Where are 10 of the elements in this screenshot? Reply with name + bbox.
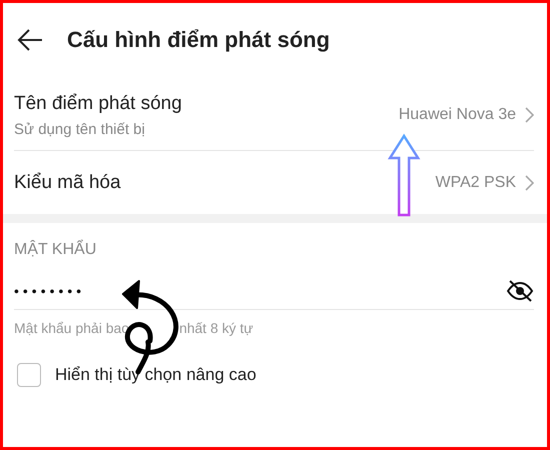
password-hint: nhất 8 ký tự: [179, 320, 254, 336]
password-field[interactable]: ••••••••: [14, 283, 506, 299]
setting-subtitle: Sử dụng tên thiết bị: [14, 120, 146, 138]
section-heading: MẬT KHẨU: [14, 241, 98, 259]
page-title: Cấu hình điểm phát sóng: [67, 27, 330, 53]
setting-value: WPA2 PSK: [435, 174, 516, 192]
setting-value: Huawei Nova 3e: [398, 106, 516, 124]
setting-label: Tên điểm phát sóng: [14, 92, 183, 114]
settings-row[interactable]: Kiểu mã hóa WPA2 PSK: [14, 151, 534, 214]
setting-label: Kiểu mã hóa: [14, 172, 122, 194]
